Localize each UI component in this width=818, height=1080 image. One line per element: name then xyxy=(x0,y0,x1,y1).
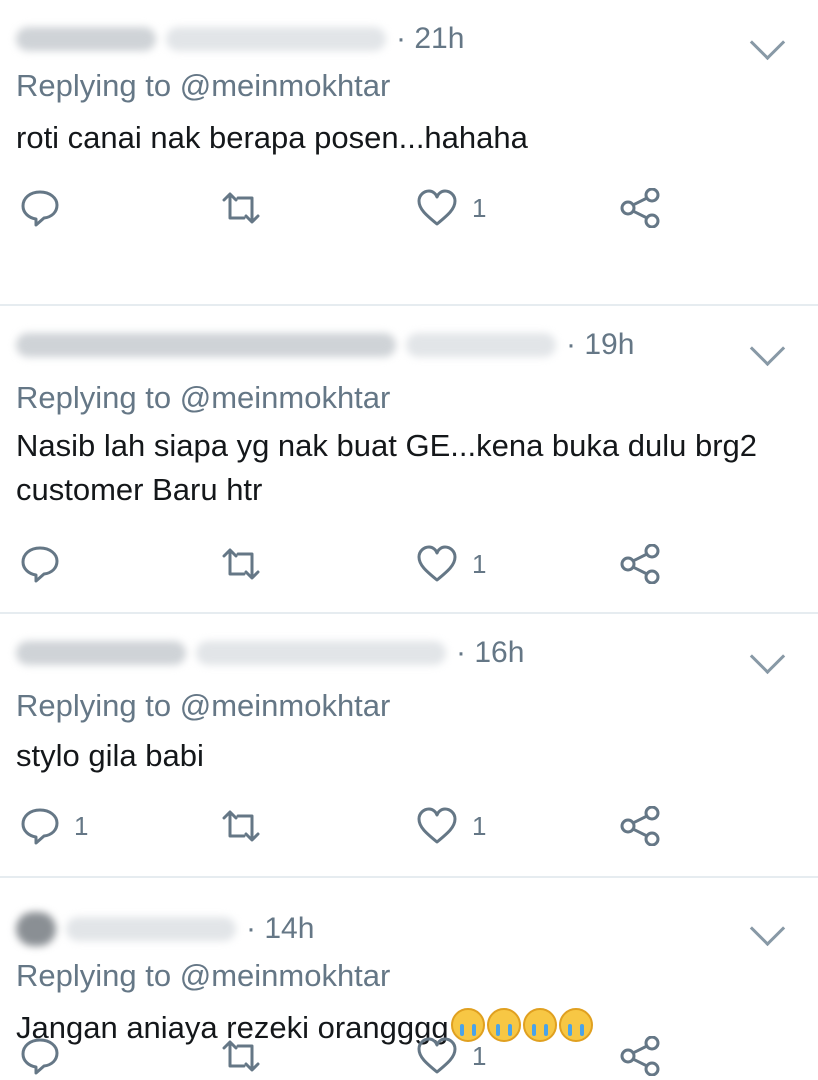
replying-to-label: Replying to xyxy=(16,688,180,723)
share-button[interactable] xyxy=(618,186,662,230)
replying-to-label: Replying to xyxy=(16,958,180,993)
blurred-display-name xyxy=(16,333,396,357)
like-count: 1 xyxy=(472,1040,487,1071)
like-button[interactable]: 1 xyxy=(416,542,486,586)
share-button[interactable] xyxy=(618,542,662,586)
mention-link[interactable]: @meinmokhtar xyxy=(180,688,391,723)
tweet-text: roti canai nak berapa posen...hahaha xyxy=(16,120,528,155)
heart-icon xyxy=(417,189,457,226)
retweet-button[interactable] xyxy=(218,186,264,230)
replying-to: Replying to @meinmokhtar xyxy=(16,68,390,104)
share-button[interactable] xyxy=(618,804,662,848)
reply-tweet-3[interactable]: · 16h Replying to @meinmokhtar stylo gil… xyxy=(0,614,818,878)
heart-icon xyxy=(417,545,457,582)
reply-icon xyxy=(21,1038,59,1075)
chevron-down-icon[interactable] xyxy=(749,330,786,367)
retweet-icon xyxy=(222,548,260,580)
blurred-display-name xyxy=(16,641,186,665)
tweet-text: Nasib lah siapa yg nak buat GE...kena bu… xyxy=(16,424,794,512)
chevron-down-icon[interactable] xyxy=(749,910,786,947)
reply-icon xyxy=(21,190,59,227)
tweet-text: stylo gila babi xyxy=(16,738,204,773)
reply-tweet-1[interactable]: · 21h Replying to @meinmokhtar roti cana… xyxy=(0,0,818,306)
retweet-icon xyxy=(222,810,260,842)
mention-link[interactable]: @meinmokhtar xyxy=(180,380,391,415)
timestamp[interactable]: · 19h xyxy=(566,328,634,362)
mention-link[interactable]: @meinmokhtar xyxy=(180,958,391,993)
replying-to: Replying to @meinmokhtar xyxy=(16,688,390,724)
reply-tweet-2[interactable]: · 19h Replying to @meinmokhtar Nasib lah… xyxy=(0,306,818,614)
heart-icon xyxy=(417,1037,457,1074)
reply-button[interactable]: 1 xyxy=(20,804,88,848)
timestamp[interactable]: · 16h xyxy=(456,636,524,670)
action-bar: 1 1 xyxy=(0,804,818,848)
retweet-button[interactable] xyxy=(218,1034,264,1078)
timestamp[interactable]: · 21h xyxy=(396,22,464,56)
share-icon xyxy=(620,188,660,228)
retweet-button[interactable] xyxy=(218,804,264,848)
replying-to: Replying to @meinmokhtar xyxy=(16,380,390,416)
reply-icon xyxy=(21,546,59,583)
share-icon xyxy=(620,544,660,584)
retweet-icon xyxy=(222,1040,260,1072)
replying-to: Replying to @meinmokhtar xyxy=(16,958,390,994)
reply-count: 1 xyxy=(74,810,89,841)
like-count: 1 xyxy=(472,810,487,841)
like-count: 1 xyxy=(472,192,487,223)
like-button[interactable]: 1 xyxy=(416,1034,486,1078)
blurred-display-name xyxy=(16,27,156,51)
mention-link[interactable]: @meinmokhtar xyxy=(180,68,391,103)
chevron-down-icon[interactable] xyxy=(749,638,786,675)
blurred-username xyxy=(406,333,556,357)
like-count: 1 xyxy=(472,548,487,579)
like-button[interactable]: 1 xyxy=(416,804,486,848)
like-button[interactable]: 1 xyxy=(416,186,486,230)
tweet-text-line-2: customer Baru htr xyxy=(16,472,263,507)
replying-to-label: Replying to xyxy=(16,380,180,415)
replying-to-label: Replying to xyxy=(16,68,180,103)
tweet-header: · 16h xyxy=(16,636,524,670)
retweet-button[interactable] xyxy=(218,542,264,586)
reply-button[interactable] xyxy=(20,542,74,586)
blurred-username xyxy=(166,27,386,51)
share-icon xyxy=(620,1036,660,1076)
reply-button[interactable] xyxy=(20,186,74,230)
action-bar: 1 xyxy=(0,542,818,586)
share-button[interactable] xyxy=(618,1034,662,1078)
chevron-down-icon[interactable] xyxy=(749,24,786,61)
tweet-header: · 19h xyxy=(16,328,634,362)
blurred-username xyxy=(196,641,446,665)
reply-icon xyxy=(21,808,59,845)
action-bar: 1 xyxy=(0,1034,818,1078)
tweet-header: · 14h xyxy=(16,912,314,946)
blurred-username xyxy=(66,917,236,941)
heart-icon xyxy=(417,807,457,844)
reply-button[interactable] xyxy=(20,1034,74,1078)
share-icon xyxy=(620,806,660,846)
retweet-icon xyxy=(222,192,260,224)
tweet-header: · 21h xyxy=(16,22,464,56)
tweet-text-line-1: Nasib lah siapa yg nak buat GE...kena bu… xyxy=(16,428,758,463)
action-bar: 1 xyxy=(0,186,818,230)
blurred-avatar xyxy=(16,912,56,946)
timestamp[interactable]: · 14h xyxy=(246,912,314,946)
